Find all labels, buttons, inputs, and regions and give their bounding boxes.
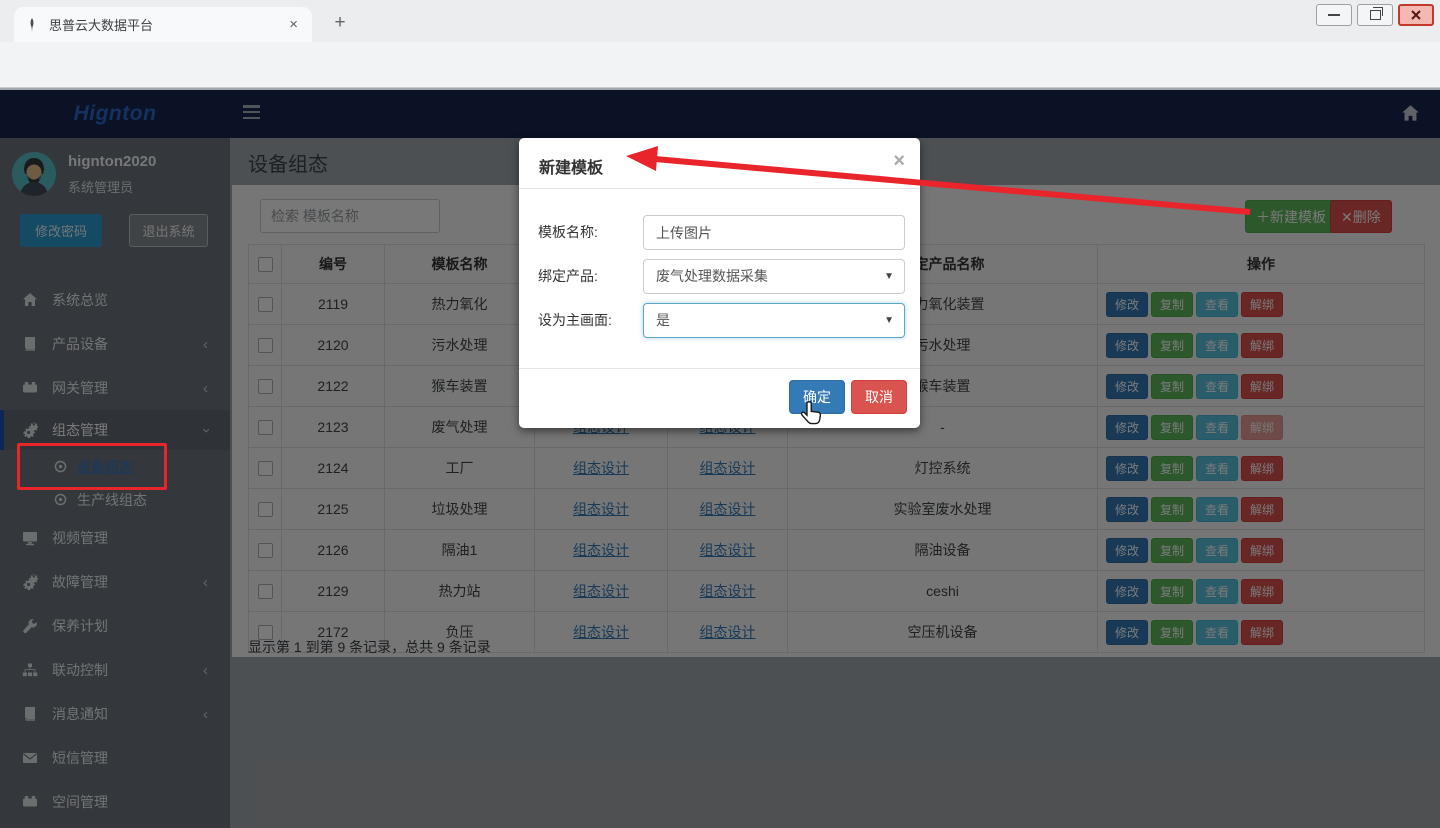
modal-footer: 确定 取消: [519, 368, 920, 429]
cancel-button[interactable]: 取消: [851, 380, 907, 414]
bind-product-label: 绑定产品:: [538, 259, 598, 294]
chevron-down-icon: ▼: [884, 260, 894, 293]
favicon-icon: [24, 17, 40, 33]
modal-close-icon[interactable]: ×: [893, 150, 905, 173]
modal-header: 新建模板 ×: [519, 138, 920, 189]
template-name-label: 模板名称:: [538, 215, 598, 250]
tab-close-icon[interactable]: ×: [285, 16, 302, 33]
screen: 思普云大数据平台 × + 不安全 | iot.idosp.net/a: [0, 0, 1440, 828]
restore-button[interactable]: [1357, 4, 1393, 26]
template-name-input[interactable]: [643, 215, 905, 250]
new-tab-button[interactable]: +: [327, 10, 353, 36]
modal-title: 新建模板: [539, 154, 603, 178]
tab-title: 思普云大数据平台: [49, 15, 285, 34]
main-screen-row: 设为主画面: 是 ▼: [519, 303, 920, 338]
main-screen-label: 设为主画面:: [538, 303, 612, 338]
template-name-row: 模板名称:: [519, 215, 920, 250]
browser-toolbar: 不安全 | iot.idosp.net/admin/index.html?lan…: [0, 42, 1440, 88]
annotation-rectangle: [17, 443, 167, 490]
bind-product-row: 绑定产品: 废气处理数据采集 ▼: [519, 259, 920, 294]
bind-product-select[interactable]: 废气处理数据采集 ▼: [643, 259, 905, 294]
window-controls: [1316, 4, 1434, 26]
browser-titlebar: 思普云大数据平台 × +: [0, 0, 1440, 42]
chevron-down-icon: ▼: [884, 304, 894, 337]
new-template-modal: 新建模板 × 模板名称: 绑定产品: 废气处理数据采集 ▼ 设为主画面: 是 ▼…: [519, 138, 920, 428]
close-window-button[interactable]: [1398, 4, 1434, 26]
main-screen-select[interactable]: 是 ▼: [643, 303, 905, 338]
confirm-button[interactable]: 确定: [789, 380, 845, 414]
minimize-button[interactable]: [1316, 4, 1352, 26]
browser-tab[interactable]: 思普云大数据平台 ×: [14, 7, 312, 42]
